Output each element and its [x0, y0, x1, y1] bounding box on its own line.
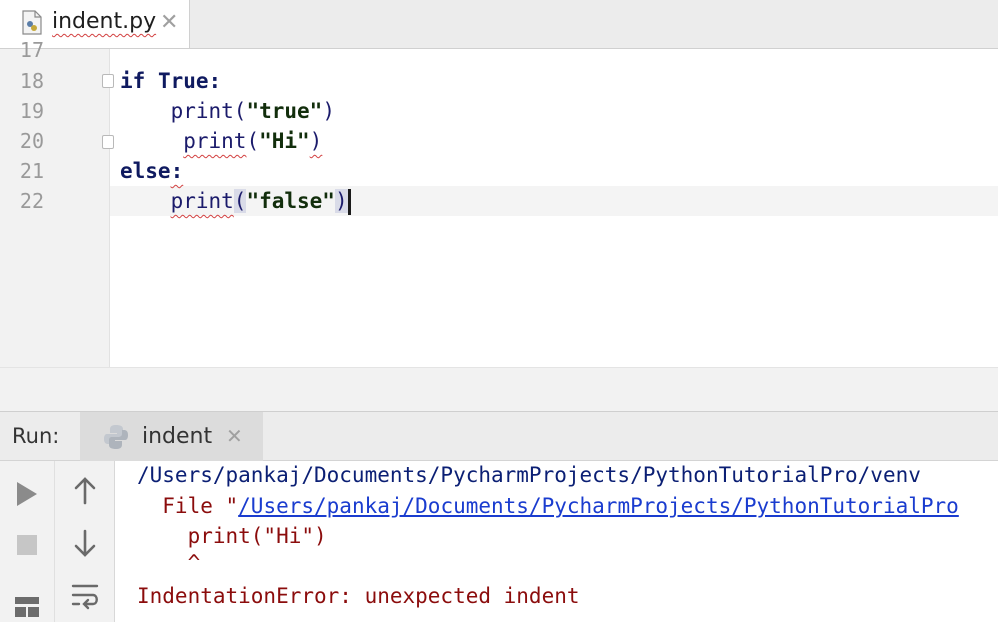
python-file-icon	[22, 10, 42, 35]
code-line-22: print("false")	[120, 186, 351, 216]
paren: )	[334, 189, 348, 213]
paren: (	[246, 129, 260, 153]
colon: :	[170, 159, 184, 183]
fold-icon[interactable]	[102, 135, 114, 149]
tab-label: indent.py	[52, 9, 157, 34]
string-literal: "Hi"	[259, 129, 310, 153]
stop-icon[interactable]	[9, 527, 45, 563]
line-number: 19	[19, 99, 44, 123]
text-caret	[347, 189, 351, 215]
close-icon[interactable]: ✕	[160, 10, 178, 36]
line-number-gutter: 17 18 19 20 21 22	[0, 38, 110, 367]
layout-icon[interactable]	[9, 589, 45, 625]
console-output-line: /Users/pankaj/Documents/PycharmProjects/…	[137, 463, 921, 487]
code-editor[interactable]: 17 18 19 20 21 22 if True: print("true")…	[0, 38, 998, 367]
console-output-line: print("Hi")	[137, 524, 327, 548]
run-console[interactable]: /Users/pankaj/Documents/PycharmProjects/…	[0, 461, 998, 622]
string-literal: "true"	[246, 99, 323, 123]
run-tab-label: indent	[142, 424, 213, 449]
file-prefix: File "	[137, 494, 239, 518]
line-number: 17	[19, 38, 44, 62]
run-icon[interactable]	[9, 476, 45, 512]
run-label: Run:	[12, 424, 60, 448]
function-name: print	[170, 189, 234, 213]
paren: )	[309, 129, 323, 153]
run-toolbar	[0, 461, 55, 622]
function-name: print	[183, 129, 247, 153]
error-message: IndentationError: unexpected indent	[137, 584, 580, 608]
editor-tab-bar: indent.py ✕	[0, 0, 998, 49]
tab-run-indent[interactable]: indent ✕	[80, 412, 263, 461]
line-number: 20	[19, 129, 44, 153]
line-number: 22	[19, 189, 44, 213]
up-arrow-icon[interactable]	[67, 473, 103, 509]
console-output-line: ^	[137, 551, 201, 575]
function-name: print	[170, 99, 234, 123]
down-arrow-icon[interactable]	[67, 525, 103, 561]
paren: )	[322, 99, 335, 123]
string-literal: "false"	[246, 189, 335, 213]
horizontal-scrollbar[interactable]	[0, 367, 998, 411]
code-line-21: else:	[120, 156, 183, 186]
keyword: else	[120, 159, 171, 183]
code-line-18: if True:	[120, 66, 221, 96]
code-line-20: print("Hi")	[120, 126, 322, 156]
console-toolbar	[55, 461, 115, 622]
keyword: True	[157, 69, 209, 93]
paren: (	[233, 189, 247, 213]
paren: (	[233, 99, 247, 123]
line-number: 18	[19, 69, 44, 93]
keyword: if	[120, 69, 146, 93]
run-tool-window-header: Run: indent ✕	[0, 411, 998, 461]
code-line-19: print("true")	[120, 96, 335, 126]
fold-icon[interactable]	[102, 74, 114, 88]
close-icon[interactable]: ✕	[226, 424, 243, 448]
file-path-link[interactable]: /Users/pankaj/Documents/PycharmProjects/…	[238, 494, 959, 518]
colon: :	[208, 69, 222, 93]
soft-wrap-icon[interactable]	[67, 577, 103, 613]
python-icon	[104, 425, 128, 449]
console-output-line: File "/Users/pankaj/Documents/PycharmPro…	[137, 491, 959, 521]
line-number: 21	[19, 159, 44, 183]
